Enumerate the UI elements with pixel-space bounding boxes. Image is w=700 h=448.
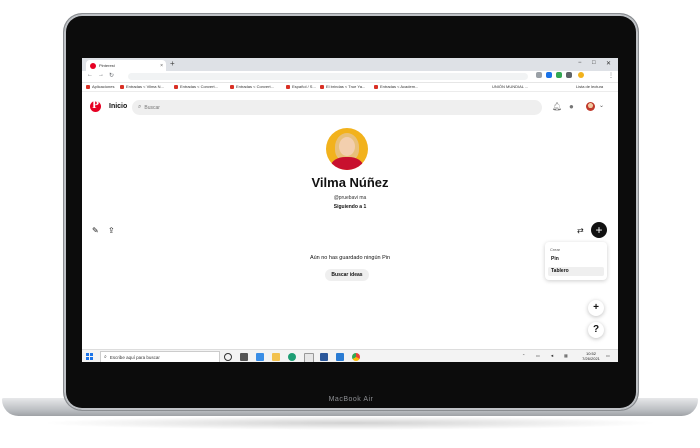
edge-browser-icon[interactable] <box>288 353 296 361</box>
app-icon[interactable] <box>304 353 314 362</box>
share-upload-icon[interactable]: ⇪ <box>108 226 115 235</box>
empty-state-message: Aún no has guardado ningún Pin <box>309 255 391 261</box>
back-arrow-icon[interactable]: ← <box>87 72 93 78</box>
floating-add-button[interactable]: + <box>588 300 604 316</box>
bookmark-item[interactable]: El brindas < True Ya... <box>320 84 365 89</box>
bookmark-icon <box>374 84 378 89</box>
browser-tab[interactable]: Pinterest × <box>86 60 166 71</box>
taskbar-clock[interactable]: 10:52 7/26/2021 <box>580 351 602 361</box>
taskbar-search-box[interactable]: ⌕ Escribe aquí para buscar <box>100 351 220 362</box>
file-explorer-icon[interactable] <box>272 353 280 361</box>
bookmark-icon <box>174 84 178 89</box>
address-bar[interactable] <box>128 73 528 80</box>
pinterest-favicon-icon <box>90 62 96 69</box>
screen: Pinterest × + − □ ✕ ← → ↻ ⋮ Aplicaciones… <box>82 58 618 362</box>
bookmark-item[interactable]: Aplicaciones <box>86 84 114 89</box>
bookmarks-bar: Aplicaciones Entradas < Vilma N... Entra… <box>82 83 618 92</box>
window-maximize-button[interactable]: □ <box>592 60 596 66</box>
notifications-bell-icon[interactable]: 🔔︎ <box>552 102 562 111</box>
browser-tab-bar: Pinterest × + − □ ✕ <box>82 58 618 71</box>
new-tab-button[interactable]: + <box>170 59 175 68</box>
profile-name: Vilma Núñez <box>311 175 389 190</box>
app-icon[interactable] <box>320 353 328 361</box>
notifications-icon[interactable]: ▭ <box>606 353 610 358</box>
bookmark-item[interactable]: Entradas < Vilma N... <box>120 84 164 89</box>
extension-icon[interactable] <box>546 72 552 78</box>
reload-icon[interactable]: ↻ <box>109 72 114 79</box>
edit-pencil-icon[interactable]: ✎ <box>92 226 99 235</box>
search-bar[interactable]: ⌕ <box>132 100 542 115</box>
chrome-browser-icon[interactable] <box>352 353 360 361</box>
search-icon: ⌕ <box>138 104 142 110</box>
laptop-shadow <box>40 416 660 430</box>
home-link[interactable]: Inicio <box>109 103 127 110</box>
tray-volume-icon[interactable]: ◄ <box>550 353 554 358</box>
bookmark-icon <box>230 84 234 89</box>
header-avatar[interactable] <box>586 102 595 111</box>
bookmark-item[interactable]: UNIÓN MUNDIAL ... <box>492 84 528 89</box>
help-button[interactable]: ? <box>588 322 604 338</box>
tray-network-icon[interactable]: ▭ <box>536 353 540 358</box>
reading-list-item[interactable]: Lista de lectura <box>576 84 603 89</box>
taskbar-search-placeholder: Escribe aquí para buscar <box>109 354 160 360</box>
bookmark-item[interactable]: Entradas < Academ... <box>374 84 418 89</box>
bookmark-icon <box>286 84 290 89</box>
browser-toolbar: ← → ↻ ⋮ <box>82 71 618 83</box>
tray-people-icon[interactable]: ⌃ <box>522 353 525 358</box>
bookmark-icon <box>320 84 324 89</box>
bookmark-item[interactable]: Español / S... <box>286 84 316 89</box>
window-minimize-button[interactable]: − <box>578 60 582 66</box>
search-icon: ⌕ <box>104 354 107 360</box>
search-input[interactable] <box>144 104 525 111</box>
browser-menu-icon[interactable]: ⋮ <box>608 72 614 79</box>
laptop-model-label: MacBook Air <box>328 396 374 403</box>
profile-handle: @pruebavi ma <box>333 195 367 201</box>
find-ideas-button[interactable]: Buscar ideas <box>325 269 369 281</box>
pinterest-logo-icon[interactable]: P <box>90 101 101 112</box>
apps-icon <box>86 84 90 89</box>
extension-icon[interactable] <box>556 72 562 78</box>
tab-title: Pinterest <box>99 63 115 68</box>
extensions-puzzle-icon[interactable] <box>566 72 572 78</box>
zoom-icon[interactable] <box>536 72 542 78</box>
create-dropdown-menu: Crear Pin Tablero <box>545 242 607 280</box>
create-plus-button[interactable]: + <box>591 222 607 238</box>
messages-icon[interactable]: ● <box>569 102 574 111</box>
cortana-icon[interactable] <box>224 353 232 361</box>
tab-close-icon[interactable]: × <box>160 63 163 69</box>
bookmark-item[interactable]: Entradas < Convert... <box>174 84 218 89</box>
following-count-link[interactable]: Siguiendo a 1 <box>82 204 618 210</box>
bookmark-item[interactable]: Entradas < Convert... <box>230 84 274 89</box>
profile-avatar <box>326 128 368 170</box>
window-close-button[interactable]: ✕ <box>606 60 611 67</box>
profile-icon[interactable] <box>578 72 584 78</box>
pinterest-header: P Inicio ⌕ 🔔︎ ● ⌄ <box>82 92 618 122</box>
app-icon[interactable] <box>336 353 344 361</box>
filter-settings-icon[interactable]: ⇄ <box>577 226 584 235</box>
bookmark-icon <box>120 84 124 89</box>
clock-date: 7/26/2021 <box>582 356 600 361</box>
create-menu-title: Crear <box>550 247 561 252</box>
tray-language-icon[interactable]: ▦ <box>564 353 568 358</box>
windows-start-icon[interactable] <box>86 353 93 360</box>
forward-arrow-icon[interactable]: → <box>98 72 104 78</box>
chevron-down-icon[interactable]: ⌄ <box>599 102 604 109</box>
task-view-icon[interactable] <box>240 353 248 361</box>
create-board-menu-item[interactable]: Tablero <box>548 267 604 276</box>
windows-taskbar: ⌕ Escribe aquí para buscar ⌃ ▭ ◄ ▦ 10:52… <box>82 349 618 362</box>
mail-app-icon[interactable] <box>256 353 264 361</box>
